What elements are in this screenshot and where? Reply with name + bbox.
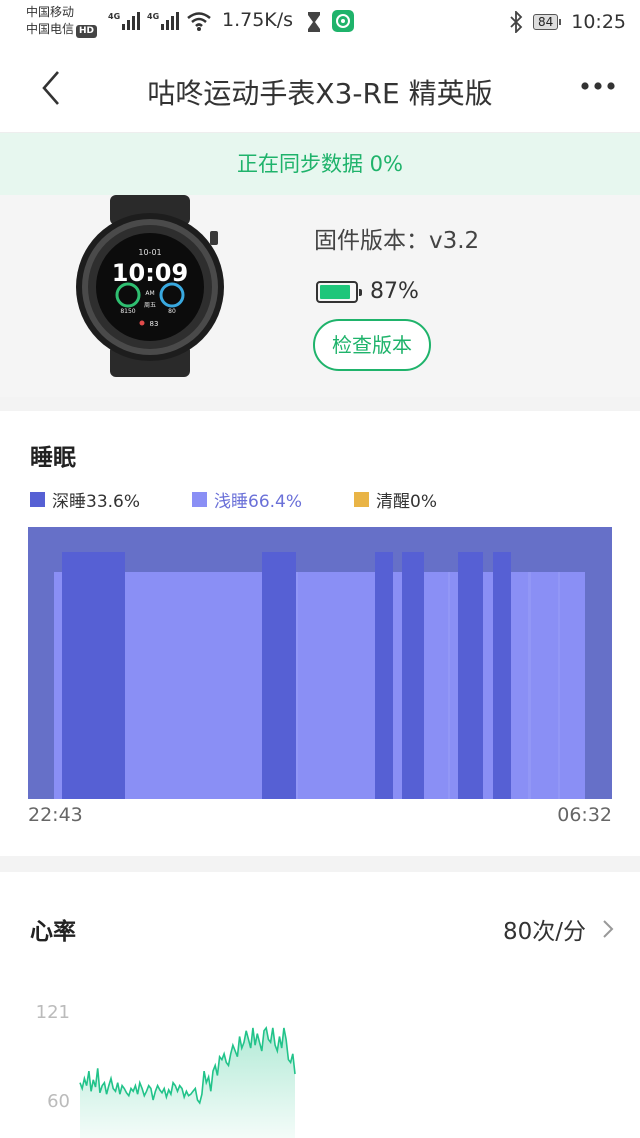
battery-status-value: 84 xyxy=(532,14,559,30)
watch-weekday: 周五 xyxy=(144,302,156,309)
clock: 10:25 xyxy=(571,11,626,33)
legend-label: 深睡33.6% xyxy=(52,492,141,512)
deep-sleep-block xyxy=(262,552,296,799)
legend-deep-sleep: 深睡33.6% xyxy=(30,487,140,512)
more-options-button[interactable] xyxy=(578,72,618,102)
battery-status-icon: 84 xyxy=(532,14,562,30)
watch-heart: 83 xyxy=(150,320,159,328)
wifi-icon xyxy=(187,12,211,31)
sleep-start-time: 22:43 xyxy=(28,804,83,826)
heart-rate-title: 心率 xyxy=(30,919,76,945)
device-battery: 87% xyxy=(316,279,419,304)
app-header: 咕咚运动手表X3-RE 精英版 xyxy=(0,46,640,133)
watch-steps: 8150 xyxy=(120,308,135,315)
y-tick-label: 121 xyxy=(36,1002,70,1023)
legend-swatch xyxy=(192,492,208,507)
heart-rate-link[interactable]: 80次/分 xyxy=(503,912,614,946)
page-title: 咕咚运动手表X3-RE 精英版 xyxy=(147,77,493,110)
device-panel: 10-01 10:09 AM 周五 8150 80 83 固件版本：v3.2 8… xyxy=(0,195,640,397)
sync-banner: 正在同步数据 0% xyxy=(0,133,640,195)
hourglass-icon xyxy=(308,12,320,32)
net-type-2: 4G xyxy=(147,12,159,21)
y-tick-label: 60 xyxy=(47,1091,70,1112)
deep-sleep-block xyxy=(402,552,424,799)
carrier-1: 中国移动 xyxy=(26,5,75,19)
battery-percent: 87% xyxy=(370,279,419,304)
net-type-1: 4G xyxy=(108,12,120,21)
bluetooth-icon xyxy=(510,11,523,33)
legend-label: 浅睡66.4% xyxy=(214,492,303,512)
carrier-2-label: 中国电信 xyxy=(26,22,75,36)
watch-image: 10-01 10:09 AM 周五 8150 80 83 xyxy=(76,195,224,377)
signal-icon: 4G xyxy=(108,12,140,30)
legend-awake: 清醒0% xyxy=(354,487,437,512)
sleep-legend: 深睡33.6% 浅睡66.4% 清醒0% xyxy=(30,487,489,512)
carrier-2: 中国电信 HD xyxy=(26,21,98,38)
sleep-chart xyxy=(28,527,612,799)
legend-swatch xyxy=(30,492,45,507)
watch-hr: 80 xyxy=(168,308,176,315)
legend-light-sleep: 浅睡66.4% xyxy=(192,487,302,512)
more-dots-icon xyxy=(581,82,615,90)
status-bar: 中国移动 中国电信 HD 4G 4G 1.75K/s 84 10:25 xyxy=(0,0,640,46)
deep-sleep-block xyxy=(62,552,125,799)
chevron-right-icon xyxy=(603,920,614,938)
section-divider xyxy=(0,397,640,411)
heart-rate-value: 80次/分 xyxy=(502,919,586,945)
watch-time: 10:09 xyxy=(112,259,188,287)
legend-label: 清醒0% xyxy=(376,492,438,512)
battery-icon xyxy=(316,280,362,303)
app-notification-icon xyxy=(332,10,354,32)
watch-date: 10-01 xyxy=(138,248,161,257)
deep-sleep-block xyxy=(375,552,393,799)
signal-icon: 4G xyxy=(147,12,179,30)
watch-ampm: AM xyxy=(145,290,154,297)
section-divider xyxy=(0,856,640,872)
firmware-version: 固件版本：v3.2 xyxy=(314,228,480,254)
sleep-title: 睡眠 xyxy=(30,445,76,471)
hd-badge: HD xyxy=(76,25,98,38)
network-speed: 1.75K/s xyxy=(222,9,294,31)
legend-swatch xyxy=(354,492,370,507)
sleep-end-time: 06:32 xyxy=(557,804,612,826)
heart-rate-chart: 121 60 xyxy=(36,1002,296,1138)
status-right: 84 10:25 xyxy=(509,9,626,35)
deep-sleep-block xyxy=(493,552,511,799)
check-version-button[interactable]: 检查版本 xyxy=(313,319,431,371)
deep-sleep-block xyxy=(458,552,483,799)
carrier-info: 中国移动 中国电信 HD xyxy=(26,4,98,38)
